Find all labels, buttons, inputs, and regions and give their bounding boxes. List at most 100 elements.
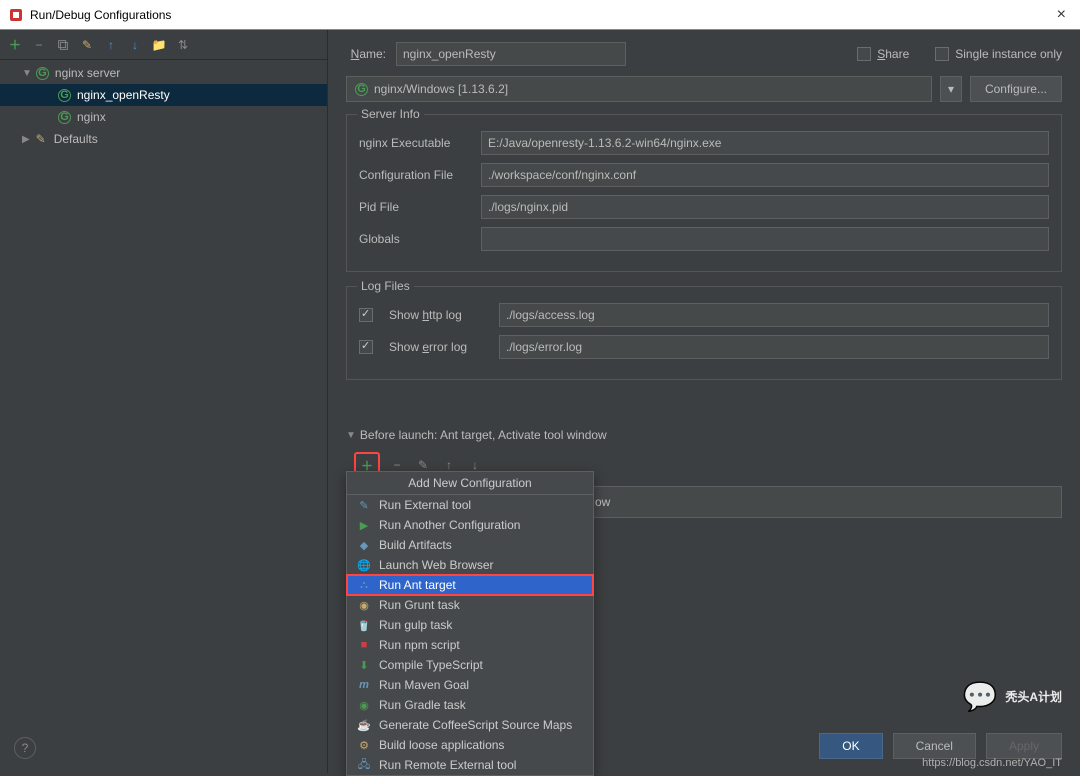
nginx-icon: G [355, 83, 368, 96]
popup-item-coffeescript[interactable]: ☕Generate CoffeeScript Source Maps [347, 715, 593, 735]
folder-icon[interactable]: 📁 [150, 36, 168, 54]
log-files-fieldset: Log Files Show http log Show error log [346, 286, 1062, 380]
before-launch-header[interactable]: ▼ Before launch: Ant target, Activate to… [346, 424, 1062, 446]
titlebar: Run/Debug Configurations × [0, 0, 1080, 30]
close-icon[interactable]: × [1051, 6, 1072, 24]
gulp-icon: 🥤 [357, 618, 371, 632]
remote-icon: 🖧 [357, 758, 371, 772]
nginx-icon: G [36, 67, 49, 80]
http-log-label: Show http log [389, 308, 489, 322]
wrench-icon: ✎ [34, 132, 48, 146]
popup-item-ant-target[interactable]: ⛬Run Ant target [347, 575, 593, 595]
tree-item-label: nginx_openResty [77, 88, 170, 102]
server-info-legend: Server Info [357, 107, 424, 121]
http-log-checkbox[interactable] [359, 308, 373, 322]
popup-item-grunt[interactable]: ◉Run Grunt task [347, 595, 593, 615]
config-tree: ▼ G nginx server G nginx_openResty G ngi… [0, 60, 327, 773]
popup-item-another-config[interactable]: ▶Run Another Configuration [347, 515, 593, 535]
globals-label: Globals [359, 232, 471, 246]
configure-button[interactable]: Configure... [970, 76, 1062, 102]
popup-item-build-artifacts[interactable]: ◆Build Artifacts [347, 535, 593, 555]
gradle-icon: ◉ [357, 698, 371, 712]
save-template-icon[interactable]: ✎ [78, 36, 96, 54]
single-instance-label: Single instance only [955, 47, 1062, 61]
popup-header: Add New Configuration [347, 472, 593, 495]
popup-item-loose-apps[interactable]: ⚙Build loose applications [347, 735, 593, 755]
play-icon: ▶ [357, 518, 371, 532]
remove-icon[interactable]: − [30, 36, 48, 54]
share-checkbox-input[interactable] [857, 47, 871, 61]
coffeescript-icon: ☕ [357, 718, 371, 732]
popup-item-gradle[interactable]: ◉Run Gradle task [347, 695, 593, 715]
popup-item-npm[interactable]: ■Run npm script [347, 635, 593, 655]
share-checkbox[interactable]: Share [857, 47, 909, 61]
activate-text-partial: ow [595, 495, 610, 509]
pid-file-input[interactable] [481, 195, 1049, 219]
wrench-icon: ✎ [357, 498, 371, 512]
popup-item-remote-external[interactable]: 🖧Run Remote External tool [347, 755, 593, 775]
apply-button[interactable]: Apply [986, 733, 1062, 759]
http-log-input[interactable] [499, 303, 1049, 327]
typescript-icon: ⬇ [357, 658, 371, 672]
popup-item-web-browser[interactable]: 🌐Launch Web Browser [347, 555, 593, 575]
conf-file-input[interactable] [481, 163, 1049, 187]
add-icon[interactable]: ＋ [6, 36, 24, 54]
build-icon: ⚙ [357, 738, 371, 752]
popup-item-typescript[interactable]: ⬇Compile TypeScript [347, 655, 593, 675]
single-instance-checkbox-input[interactable] [935, 47, 949, 61]
error-log-checkbox[interactable] [359, 340, 373, 354]
server-select[interactable]: G nginx/Windows [1.13.6.2] [346, 76, 932, 102]
config-toolbar: ＋ − ✎ ↑ ↓ 📁 ⇅ [0, 30, 327, 60]
conf-file-label: Configuration File [359, 168, 471, 182]
cancel-button[interactable]: Cancel [893, 733, 976, 759]
add-new-configuration-popup: Add New Configuration ✎Run External tool… [346, 471, 594, 776]
server-select-value: nginx/Windows [1.13.6.2] [374, 82, 508, 96]
before-launch-title: Before launch: Ant target, Activate tool… [360, 428, 607, 442]
tree-node-defaults[interactable]: ▶ ✎ Defaults [0, 128, 327, 150]
globals-input[interactable] [481, 227, 1049, 251]
chevron-down-icon: ▼ [22, 68, 32, 79]
globe-icon: 🌐 [357, 558, 371, 572]
chevron-right-icon: ▶ [22, 134, 30, 145]
name-label: Name: [346, 47, 386, 61]
tree-node-openresty[interactable]: G nginx_openResty [0, 84, 327, 106]
popup-item-gulp[interactable]: 🥤Run gulp task [347, 615, 593, 635]
pid-file-label: Pid File [359, 200, 471, 214]
tree-item-label: nginx [77, 110, 106, 124]
popup-item-maven[interactable]: mRun Maven Goal [347, 675, 593, 695]
error-log-input[interactable] [499, 335, 1049, 359]
nginx-exe-input[interactable] [481, 131, 1049, 155]
watermark-url: https://blog.csdn.net/YAO_IT [922, 757, 1062, 769]
server-info-fieldset: Server Info nginx Executable Configurati… [346, 114, 1062, 272]
dialog-buttons: OK Cancel Apply [819, 733, 1062, 759]
name-input[interactable] [396, 42, 626, 66]
ant-icon: ⛬ [357, 578, 371, 592]
tree-node-nginx[interactable]: G nginx [0, 106, 327, 128]
tree-root-label: nginx server [55, 66, 120, 80]
popup-item-external-tool[interactable]: ✎Run External tool [347, 495, 593, 515]
copy-icon[interactable] [54, 36, 72, 54]
left-panel: ＋ − ✎ ↑ ↓ 📁 ⇅ ▼ G nginx server G nginx_o… [0, 30, 328, 773]
artifact-icon: ◆ [357, 538, 371, 552]
npm-icon: ■ [357, 638, 371, 652]
down-icon[interactable]: ↓ [126, 36, 144, 54]
server-select-dropdown-icon[interactable]: ▾ [940, 76, 962, 102]
nginx-exe-label: nginx Executable [359, 136, 471, 150]
log-files-legend: Log Files [357, 279, 414, 293]
ok-button[interactable]: OK [819, 733, 882, 759]
up-icon[interactable]: ↑ [102, 36, 120, 54]
maven-icon: m [357, 678, 371, 692]
tree-defaults-label: Defaults [54, 132, 98, 146]
share-label: Share [877, 47, 909, 61]
wechat-icon: 💬 [962, 680, 997, 713]
watermark-logo: 💬 秃头A计划 [962, 680, 1062, 713]
nginx-icon: G [58, 89, 71, 102]
nginx-icon: G [58, 111, 71, 124]
single-instance-checkbox[interactable]: Single instance only [935, 47, 1062, 61]
window-title: Run/Debug Configurations [30, 8, 1051, 22]
error-log-label: Show error log [389, 340, 489, 354]
tree-node-root[interactable]: ▼ G nginx server [0, 62, 327, 84]
help-button[interactable]: ? [14, 737, 36, 759]
chevron-down-icon: ▼ [346, 430, 356, 441]
sort-icon[interactable]: ⇅ [174, 36, 192, 54]
